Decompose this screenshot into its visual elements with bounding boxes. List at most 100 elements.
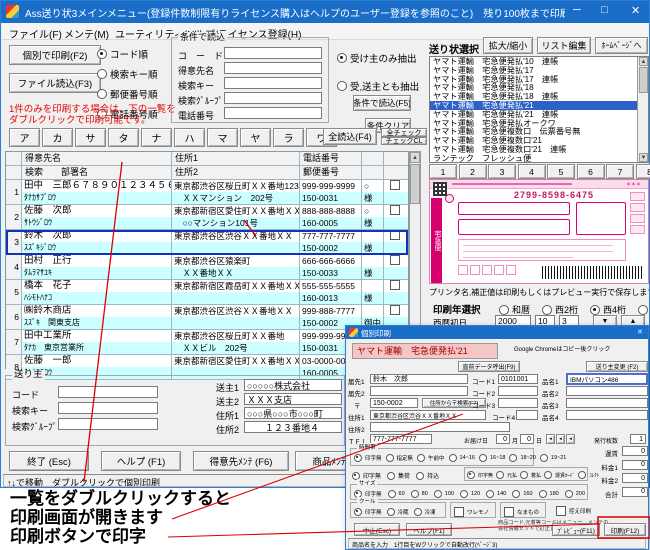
page-button-7[interactable]: 7 [606, 164, 634, 179]
delivery-month-input[interactable]: 0 [496, 434, 510, 444]
kana-button-マ[interactable]: マ [207, 128, 238, 147]
radio-option[interactable]: 受け主のみ抽出 [337, 51, 419, 65]
list-item[interactable]: ヤマト運輸 宅急便発払'10 連帳 [430, 57, 637, 66]
list-scroll-thumb[interactable] [639, 67, 648, 93]
radio-option[interactable]: 指定無 [386, 454, 414, 462]
dest1-input[interactable]: 鈴木 次郎 [370, 374, 468, 384]
page-button-5[interactable]: 5 [547, 164, 575, 179]
sender-group-input[interactable] [58, 418, 158, 430]
radio-option[interactable]: 16~18 [479, 454, 505, 462]
row-checkbox[interactable] [390, 230, 400, 240]
checkbox-icon[interactable] [454, 507, 464, 517]
minimize-button[interactable]: ─ [573, 4, 581, 16]
dest2-input[interactable] [370, 386, 468, 396]
code2-input[interactable] [498, 386, 538, 396]
list-item[interactable]: ヤマト運輸 宅急便発払'17 連帳 [430, 75, 637, 84]
menu-file[interactable]: ファイル(F) [9, 26, 62, 41]
list-scrollbar[interactable]: ▲ ▼ [637, 57, 648, 162]
table-row[interactable]: 3鈴木 次郎ｽｽﾞｷｼﾞﾛｳ東京都渋谷区渋谷ＸＸ番地ＸＸ777-777-7777… [6, 230, 408, 255]
radio-option[interactable]: 140 [486, 490, 506, 498]
radio-option[interactable]: 160 [512, 490, 532, 498]
radio-option[interactable]: 受,送主とも抽出 [337, 79, 419, 93]
sender-addr2-input[interactable]: １２３番地４ [244, 421, 342, 433]
list-item[interactable]: ヤマト運輸 宅急便複数口'21 [430, 136, 637, 145]
list-edit-button[interactable]: リスト編集 [537, 37, 591, 54]
sender-change-button[interactable]: 送り主変更 (F2) [586, 361, 648, 372]
radio-option[interactable]: 持込 [416, 471, 439, 480]
item2-input[interactable] [566, 386, 648, 396]
checkbox-icon[interactable] [504, 507, 514, 517]
help-button[interactable]: ヘルプ (F1) [101, 451, 181, 471]
table-row[interactable]: 1田中 三郎６７８９０１２３４５６ﾀﾅｶｻﾌﾞﾛｳ東京都渋谷区桜丘町ＸＸ番地12… [6, 180, 408, 205]
check-all-button[interactable]: 全チェック [381, 128, 427, 137]
item4-input[interactable] [566, 410, 648, 420]
radio-option[interactable]: 19~21 [540, 454, 566, 462]
filter-row-input[interactable] [224, 92, 322, 104]
load-all-button[interactable]: 全読込(F4) [323, 128, 377, 145]
date-step-button-1[interactable]: ◂ [546, 434, 555, 444]
radio-option[interactable]: 80 [411, 490, 428, 498]
homepage-button[interactable]: ﾎｰﾑﾍﾟｰｼﾞへ [595, 37, 648, 54]
list-scroll-down-icon[interactable]: ▼ [639, 153, 648, 162]
radio-option[interactable]: 14~16 [449, 454, 475, 462]
page-button-4[interactable]: 4 [518, 164, 546, 179]
maximize-button[interactable]: □ [601, 4, 608, 16]
checkbox-icon[interactable] [556, 506, 566, 516]
item1-input[interactable]: IBMパソコン486 [566, 373, 648, 385]
table-row[interactable]: 5橋本 花子ﾊｼﾓﾄﾊﾅｺ東京都新宿区霞岳町ＸＸ番地ＸＸ555-555-5555… [6, 280, 408, 305]
page-button-6[interactable]: 6 [577, 164, 605, 179]
row-checkbox[interactable] [390, 205, 400, 215]
row-checkbox[interactable] [390, 280, 400, 290]
kana-button-カ[interactable]: カ [42, 128, 73, 147]
kana-button-ハ[interactable]: ハ [174, 128, 205, 147]
radio-option[interactable]: コード順 [97, 47, 158, 61]
dialog-close-icon[interactable]: ✕ [637, 328, 643, 336]
check-clear-button[interactable]: チェックCL [381, 137, 427, 145]
scroll-up-icon[interactable]: ▲ [410, 152, 420, 163]
radio-option[interactable]: 18~20 [509, 454, 535, 462]
close-button[interactable]: ✕ [631, 4, 640, 17]
fee-input[interactable]: 0 [622, 446, 648, 456]
radio-option[interactable]: 印字無 [467, 471, 493, 479]
radio-option[interactable]: 郵便番号順 [97, 87, 158, 101]
customer-maint-button[interactable]: 得意先ﾒﾝﾃ (F6) [193, 451, 289, 471]
zoom-toggle-button[interactable]: 拡大/縮小 [483, 37, 533, 54]
radio-option[interactable]: 午前中 [417, 454, 445, 462]
quit-button[interactable]: 終了 (Esc) [9, 451, 89, 471]
fee-input[interactable]: 0 [622, 460, 648, 470]
radio-option[interactable]: 100 [434, 490, 454, 498]
page-button-8[interactable]: 8 [636, 164, 650, 179]
radio-option[interactable]: 元払 [496, 471, 517, 479]
kana-button-ア[interactable]: ア [9, 128, 40, 147]
kana-button-ラ[interactable]: ラ [273, 128, 304, 147]
table-row[interactable]: 4田村 正行ﾀﾑﾗﾏｻﾕｷ東京都渋谷区猿楽町 ＸＸ番地ＸＸ666-666-666… [6, 255, 408, 280]
radio-option[interactable]: 着払 [520, 471, 541, 479]
sender2-input[interactable]: ＸＸＸ支店 [244, 393, 342, 405]
dialog-preview-button[interactable]: ﾌﾟﾚﾋﾞｭｰ(F11) [552, 523, 600, 536]
page-button-3[interactable]: 3 [488, 164, 516, 179]
list-item[interactable]: ヤマト運輸 宅急便発払'17 [430, 66, 637, 75]
filter-row-input[interactable] [224, 107, 322, 119]
sender-code-input[interactable] [58, 386, 158, 398]
delivery-day-input[interactable]: 0 [520, 434, 534, 444]
list-item[interactable]: ヤマト運輸 宅急便複数口 伝票番号無 [430, 127, 637, 136]
radio-option[interactable]: 60 [388, 490, 405, 498]
sender-key-input[interactable] [58, 402, 158, 414]
filter-load-button[interactable]: 条件で読込(F5) [353, 95, 411, 111]
radio-option[interactable]: 180 [539, 490, 559, 498]
list-item[interactable]: ヤマト運輸 宅急便発払'21 連帳 [430, 110, 637, 119]
filter-row-input[interactable] [224, 77, 322, 89]
kana-button-サ[interactable]: サ [75, 128, 106, 147]
list-item[interactable]: ヤマト運輸 宅急便複数口'21 連帳 [430, 145, 637, 154]
fragile-checkbox[interactable]: ワレモノ [454, 507, 489, 517]
dialog-print-button[interactable]: 印刷(F12) [604, 523, 646, 536]
item3-input[interactable] [566, 398, 648, 408]
code4-input[interactable] [516, 410, 538, 420]
menu-maint[interactable]: メンテ(M) [64, 26, 109, 41]
list-item[interactable]: ランテック フレッシュ便 [430, 154, 637, 163]
page-button-2[interactable]: 2 [459, 164, 487, 179]
row-checkbox[interactable] [390, 305, 400, 315]
tel-input[interactable]: 777-777-7777 [370, 434, 432, 444]
list-item[interactable]: ヤマト運輸 宅急便発払'18 [430, 83, 637, 92]
date-step-button-3[interactable]: ◂ [566, 434, 575, 444]
